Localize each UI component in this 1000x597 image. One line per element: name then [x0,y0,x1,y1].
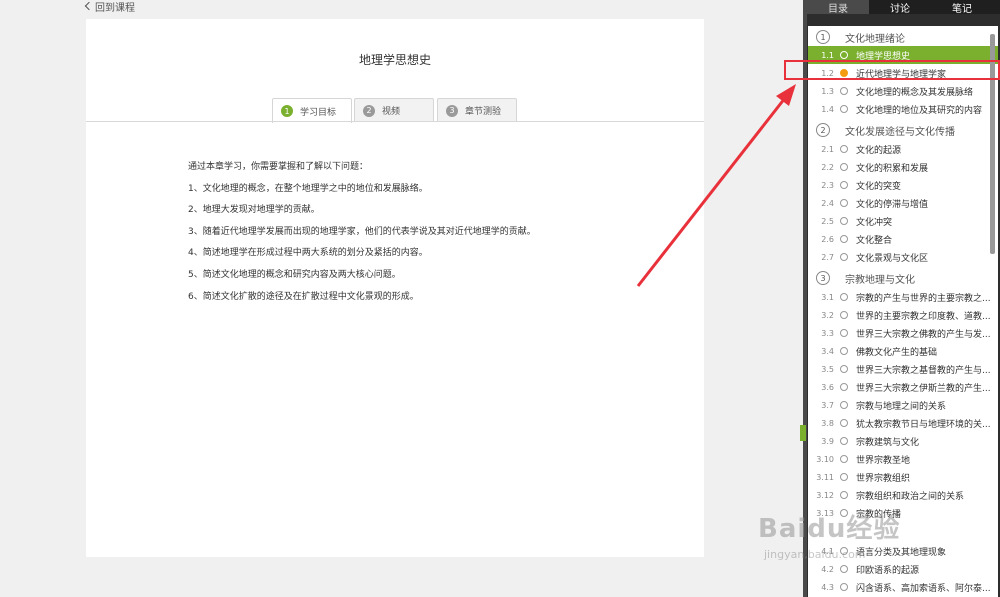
watermark-logo: Baidu经验 [758,514,901,544]
watermark-url: jingyan.baidu.com [764,548,866,561]
